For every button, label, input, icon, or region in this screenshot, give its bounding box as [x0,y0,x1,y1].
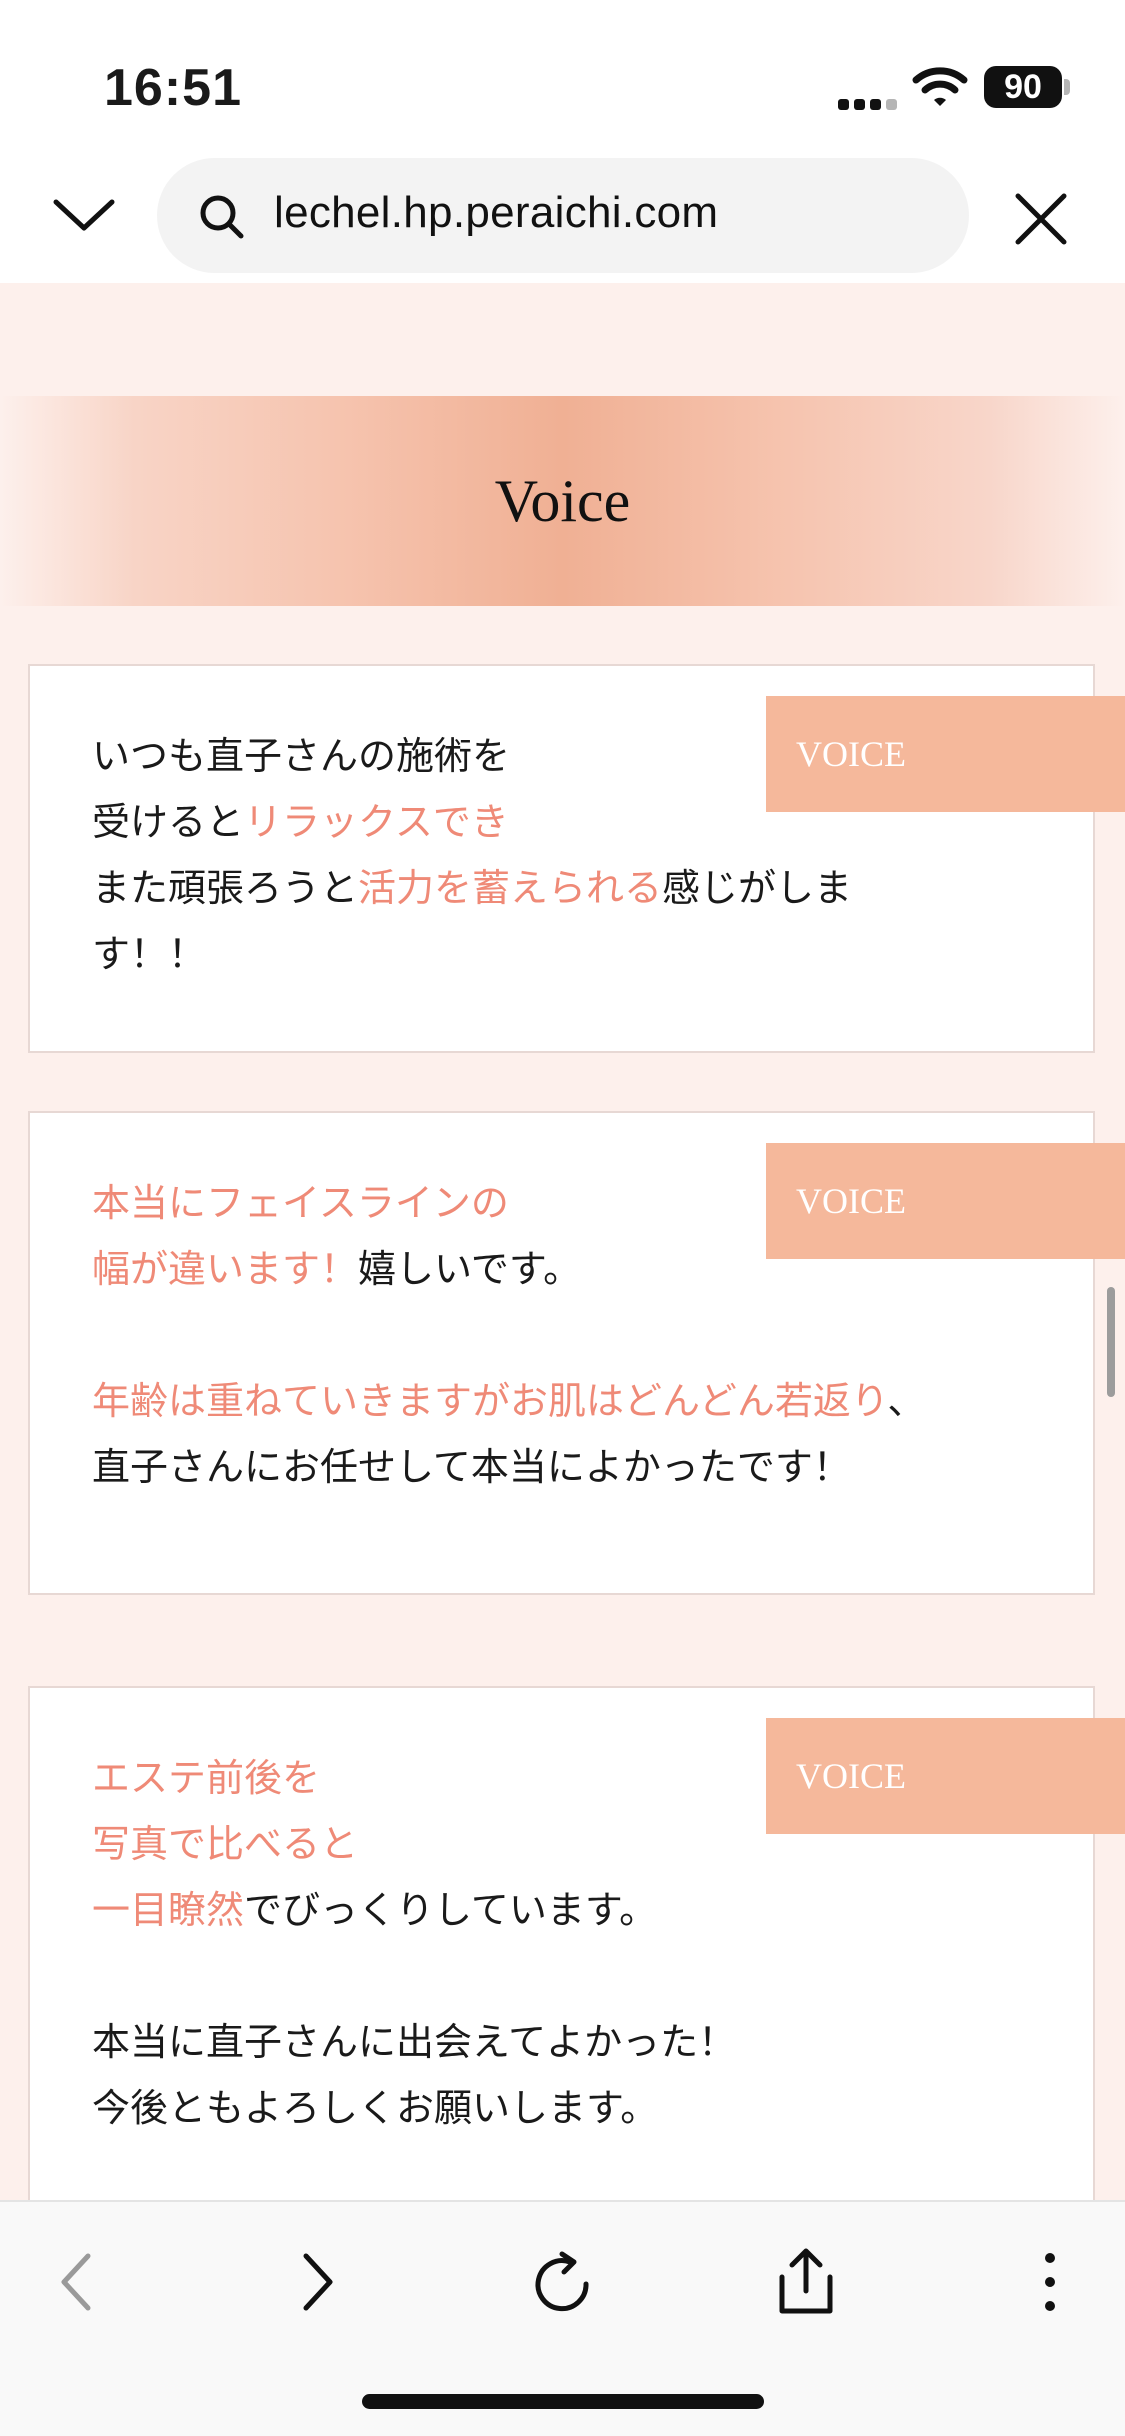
home-indicator [362,2394,764,2409]
more-button[interactable] [1010,2242,1090,2322]
forward-icon [303,2253,333,2311]
more-icon [1045,2253,1055,2311]
voice-line: いつも直子さんの施術を [92,723,852,789]
body-text: す！！ [92,932,207,976]
highlight-text: 写真で比べると [92,1822,359,1866]
voice-text: エステ前後を 写真で比べると 一目瞭然でびっくりしています。 本当に直子さんに出会えて… [92,1745,736,2141]
reload-icon [535,2251,589,2312]
url-bar[interactable]: lechel.hp.peraichi.com [157,158,969,273]
battery-cap [1064,79,1070,95]
voice-line [92,1943,736,2009]
voice-card: VOICE エステ前後を 写真で比べると 一目瞭然でびっくりしています。 本当に直子さ… [28,1686,1125,2200]
share-icon [779,2248,833,2314]
search-icon [200,195,244,239]
body-text: でびっくりしています。 [244,1888,658,1932]
signal-icon [838,84,898,110]
highlight-text: 本当にフェイスラインの [92,1181,509,1225]
body-text: 直子さんにお任せして本当によかったです！ [92,1445,851,1489]
voice-line: また頑張ろうと活力を蓄えられる感じがしま [92,855,852,921]
section-title: Voice [494,467,631,534]
voice-line: 年齢は重ねていきますがお肌はどんどん若返り、 [92,1368,925,1434]
reload-button[interactable] [522,2242,602,2322]
body-text: 嬉しいです。 [358,1247,582,1291]
body-text: また頑張ろうと [92,866,359,910]
page-content[interactable]: Voice VOICE いつも直子さんの施術を 受けるとリラックスでき また頑張ろう… [0,283,1125,2200]
highlight-text: エステ前後を [92,1756,321,1800]
voice-line: 一目瞭然でびっくりしています。 [92,1877,736,1943]
battery-level: 90 [1004,67,1042,106]
forward-button[interactable] [278,2242,358,2322]
voice-line: 受けるとリラックスでき [92,789,852,855]
chevron-down-icon[interactable] [48,186,120,246]
highlight-text: 幅が違います！ [92,1247,359,1291]
status-time: 16:51 [104,59,242,117]
status-bar: 16:51 90 [0,0,1125,150]
voice-tag: VOICE [766,1718,1125,1834]
body-text: 本当に直子さんに出会えてよかった！ [92,2020,737,2064]
browser-toolbar: lechel.hp.peraichi.com [0,150,1125,283]
section-banner: Voice [0,396,1125,606]
voice-card: VOICE いつも直子さんの施術を 受けるとリラックスでき また頑張ろうと活力を蓄え… [28,664,1125,1053]
voice-line: 写真で比べると [92,1811,736,1877]
voice-text: いつも直子さんの施術を 受けるとリラックスでき また頑張ろうと活力を蓄えられる感じが… [92,723,852,987]
body-text: 感じがしま [662,866,853,910]
voice-text: 本当にフェイスラインの 幅が違います！嬉しいです。 年齢は重ねていきますがお肌はどん… [92,1170,925,1500]
highlight-text: 活力を蓄えられる [358,866,663,910]
voice-line: 直子さんにお任せして本当によかったです！ [92,1434,925,1500]
voice-line [92,1302,925,1368]
body-text: いつも直子さんの施術を [92,734,511,778]
scrollbar[interactable] [1107,1287,1115,1397]
voice-line: 幅が違います！嬉しいです。 [92,1236,925,1302]
battery-icon: 90 [984,66,1062,108]
url-text: lechel.hp.peraichi.com [274,188,719,237]
back-button[interactable] [36,2242,116,2322]
voice-line: す！！ [92,921,852,987]
share-button[interactable] [766,2242,846,2322]
back-icon [61,2253,91,2311]
wifi-icon [912,67,968,106]
close-icon[interactable] [1010,188,1072,250]
body-text: 今後ともよろしくお願いします。 [92,2086,659,2130]
voice-card: VOICE 本当にフェイスラインの 幅が違います！嬉しいです。 年齢は重ねていきます… [28,1111,1125,1595]
body-text: 受けると [92,800,245,844]
body-text: 、 [887,1379,926,1423]
highlight-text: 年齢は重ねていきますがお肌はどんどん若返り [92,1379,888,1423]
voice-line: 本当に直子さんに出会えてよかった！ [92,2009,736,2075]
voice-line: エステ前後を [92,1745,736,1811]
voice-line: 本当にフェイスラインの [92,1170,925,1236]
highlight-text: 一目瞭然 [92,1888,245,1932]
voice-line: 今後ともよろしくお願いします。 [92,2075,736,2141]
highlight-text: リラックスでき [244,800,509,844]
